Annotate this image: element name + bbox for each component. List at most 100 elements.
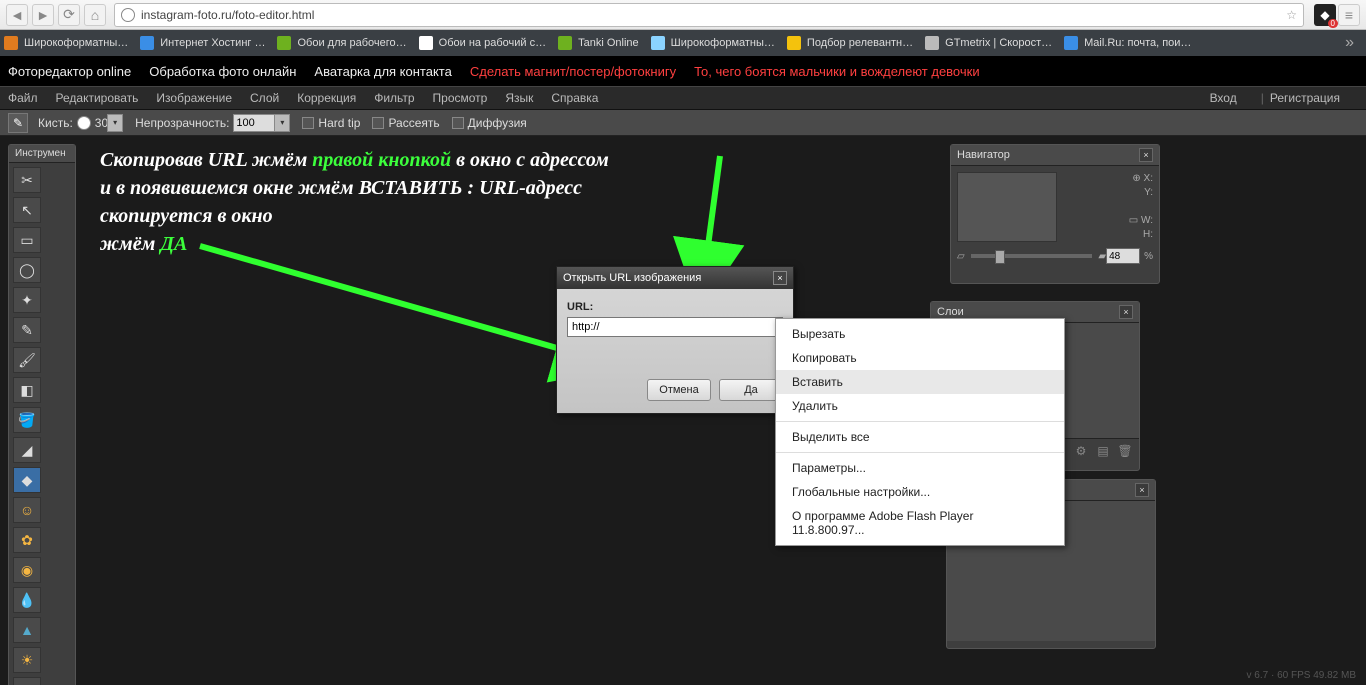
bookmark-item[interactable]: Широкоформатны… <box>4 36 128 50</box>
heal-tool[interactable]: ☺ <box>13 497 41 523</box>
bookmark-icon <box>1064 36 1078 50</box>
pencil-tool[interactable]: ✎ <box>13 317 41 343</box>
ctx-cut[interactable]: Вырезать <box>776 322 1064 346</box>
dodge-tool[interactable]: ☀ <box>13 647 41 673</box>
bookmark-item[interactable]: GTmetrix | Скорост… <box>925 36 1052 50</box>
zoom-input[interactable] <box>1106 248 1140 264</box>
brush-preview-icon[interactable] <box>77 116 91 130</box>
star-icon[interactable]: ☆ <box>1286 8 1297 22</box>
bookmarks-overflow-button[interactable]: » <box>1337 34 1362 52</box>
workspace: Инструмен ✂↖ ▭◯ ✦✎ 🖌◧ 🪣◢ ◆☺ ✿◉ 💧▲ ☀● 🔍✋ … <box>0 136 1366 685</box>
forward-button[interactable]: ► <box>32 4 54 26</box>
instruction-overlay: Скопировав URL жмём правой кнопкой в окн… <box>100 146 720 258</box>
site-nav: Фоторедактор online Обработка фото онлай… <box>0 56 1366 86</box>
navigator-panel: Навигатор× ⊕ X: Y: ▭ W: H: ▱ ▰ % <box>950 144 1160 284</box>
crop-tool[interactable]: ✂ <box>13 167 41 193</box>
diffuse-checkbox[interactable]: Диффузия <box>452 116 527 130</box>
cancel-button[interactable]: Отмена <box>647 379 711 401</box>
opacity-input[interactable] <box>233 114 275 132</box>
bookmark-icon <box>787 36 801 50</box>
zoom-in-icon[interactable]: ▰ <box>1098 251 1106 262</box>
navigator-preview[interactable] <box>957 172 1057 242</box>
url-bar[interactable]: instagram-foto.ru/foto-editor.html ☆ <box>114 3 1304 27</box>
bookmark-icon <box>140 36 154 50</box>
clone-tool[interactable]: ◆ <box>13 467 41 493</box>
layer-settings-icon[interactable]: ⚙ <box>1073 444 1089 458</box>
panel-close-icon[interactable]: × <box>1139 148 1153 162</box>
hardtip-checkbox[interactable]: Hard tip <box>302 116 360 130</box>
bookmark-icon <box>651 36 665 50</box>
zoom-slider[interactable] <box>971 254 1093 258</box>
reload-button[interactable]: ⟳ <box>58 4 80 26</box>
brush-label: Кисть:30▾ <box>38 114 123 132</box>
navigator-coords: ⊕ X: Y: ▭ W: H: <box>1129 172 1153 242</box>
burn-tool[interactable]: ● <box>13 677 41 685</box>
home-button[interactable]: ⌂ <box>84 4 106 26</box>
bookmark-item[interactable]: Mail.Ru: почта, пои… <box>1064 36 1191 50</box>
menu-language[interactable]: Язык <box>505 91 533 105</box>
menu-image[interactable]: Изображение <box>156 91 232 105</box>
bookmark-item[interactable]: Широкоформатны… <box>651 36 775 50</box>
blur-tool[interactable]: 💧 <box>13 587 41 613</box>
ctx-copy[interactable]: Копировать <box>776 346 1064 370</box>
url-text: instagram-foto.ru/foto-editor.html <box>141 8 314 22</box>
menu-correction[interactable]: Коррекция <box>297 91 356 105</box>
sharpen-tool[interactable]: ▲ <box>13 617 41 643</box>
ctx-params[interactable]: Параметры... <box>776 456 1064 480</box>
new-layer-icon[interactable]: ▤ <box>1095 444 1111 458</box>
open-url-dialog: Открыть URL изображения× URL: Отмена Да <box>556 266 794 414</box>
extension-icon[interactable]: ◆0 <box>1314 4 1336 26</box>
marquee-tool[interactable]: ▭ <box>13 227 41 253</box>
site-nav-link[interactable]: Фоторедактор online <box>8 64 131 79</box>
brush-dropdown[interactable]: ▾ <box>107 114 123 132</box>
menu-help[interactable]: Справка <box>551 91 598 105</box>
site-nav-link[interactable]: Аватарка для контакта <box>314 64 451 79</box>
gradient-tool[interactable]: ◢ <box>13 437 41 463</box>
panel-close-icon[interactable]: × <box>1119 305 1133 319</box>
smudge-tool[interactable]: ✿ <box>13 527 41 553</box>
register-link[interactable]: Регистрация <box>1270 91 1340 105</box>
sponge-tool[interactable]: ◉ <box>13 557 41 583</box>
browser-toolbar: ◄ ► ⟳ ⌂ instagram-foto.ru/foto-editor.ht… <box>0 0 1366 30</box>
lasso-icon[interactable]: ✎ <box>8 113 28 133</box>
close-icon[interactable]: × <box>773 271 787 285</box>
panel-close-icon[interactable]: × <box>1135 483 1149 497</box>
bookmark-item[interactable]: Обои на рабочий с… <box>419 36 546 50</box>
login-link[interactable]: Вход <box>1210 91 1237 105</box>
bookmark-icon <box>4 36 18 50</box>
scatter-checkbox[interactable]: Рассеять <box>372 116 439 130</box>
opacity-dropdown[interactable]: ▾ <box>274 114 290 132</box>
ok-button[interactable]: Да <box>719 379 783 401</box>
url-input[interactable] <box>567 317 783 337</box>
ctx-select-all[interactable]: Выделить все <box>776 425 1064 449</box>
eraser-tool[interactable]: ◧ <box>13 377 41 403</box>
fill-tool[interactable]: 🪣 <box>13 407 41 433</box>
wand-tool[interactable]: ✦ <box>13 287 41 313</box>
bookmark-item[interactable]: Tanki Online <box>558 36 639 50</box>
ctx-delete[interactable]: Удалить <box>776 394 1064 418</box>
browser-menu-button[interactable]: ≡ <box>1338 4 1360 26</box>
site-nav-link[interactable]: То, чего боятся мальчики и вожделеют дев… <box>694 64 980 79</box>
site-nav-link[interactable]: Сделать магнит/постер/фотокнигу <box>470 64 676 79</box>
bookmark-item[interactable]: Подбор релевантн… <box>787 36 913 50</box>
version-label: v 6.7 · 60 FPS 49.82 MB <box>1247 670 1357 681</box>
ctx-global[interactable]: Глобальные настройки... <box>776 480 1064 504</box>
menu-edit[interactable]: Редактировать <box>56 91 139 105</box>
site-nav-link[interactable]: Обработка фото онлайн <box>149 64 296 79</box>
back-button[interactable]: ◄ <box>6 4 28 26</box>
menu-view[interactable]: Просмотр <box>433 91 488 105</box>
menu-filter[interactable]: Фильтр <box>374 91 414 105</box>
ctx-paste[interactable]: Вставить <box>776 370 1064 394</box>
menu-layer[interactable]: Слой <box>250 91 279 105</box>
brush-tool[interactable]: 🖌 <box>13 347 41 373</box>
delete-layer-icon[interactable]: 🗑 <box>1117 444 1133 458</box>
bookmark-item[interactable]: Обои для рабочего… <box>277 36 406 50</box>
bookmark-item[interactable]: Интернет Хостинг … <box>140 36 265 50</box>
toolbox-title: Инструмен <box>9 145 75 163</box>
ctx-about[interactable]: О программе Adobe Flash Player 11.8.800.… <box>776 504 1064 542</box>
zoom-out-icon[interactable]: ▱ <box>957 251 965 262</box>
navigator-title: Навигатор <box>957 149 1010 161</box>
menu-file[interactable]: Файл <box>8 91 38 105</box>
move-tool[interactable]: ↖ <box>13 197 41 223</box>
lasso-tool[interactable]: ◯ <box>13 257 41 283</box>
